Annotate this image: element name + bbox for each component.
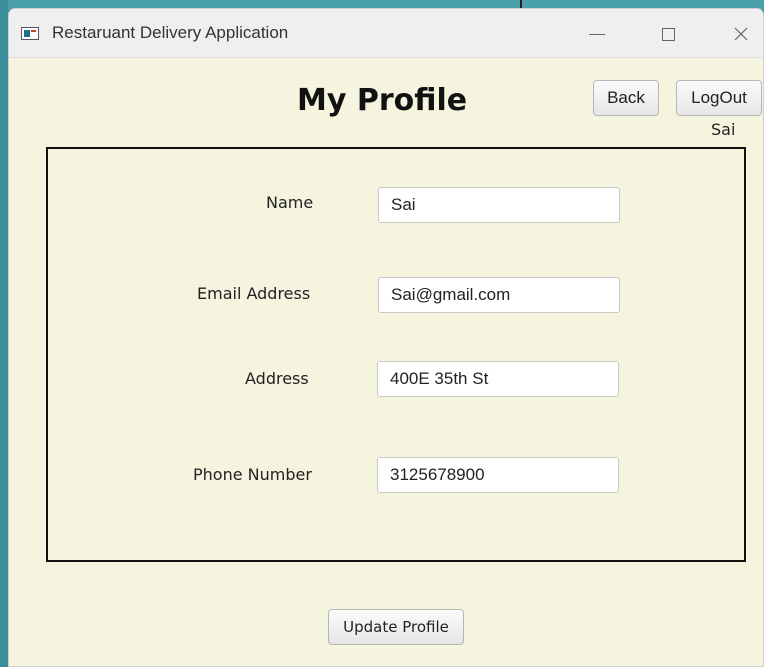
address-label: Address — [245, 369, 309, 388]
desktop-background-left — [0, 0, 8, 667]
maximize-button[interactable] — [648, 19, 688, 49]
current-user-label: Sai — [711, 120, 736, 139]
email-label: Email Address — [197, 284, 311, 303]
app-icon — [21, 27, 39, 40]
name-field[interactable] — [378, 187, 620, 223]
close-button[interactable] — [721, 19, 761, 49]
phone-field[interactable] — [377, 457, 619, 493]
update-profile-button[interactable]: Update Profile — [328, 609, 464, 645]
maximize-icon — [661, 27, 675, 41]
phone-label: Phone Number — [193, 465, 312, 484]
window-title: Restaruant Delivery Application — [52, 23, 289, 42]
back-button[interactable]: Back — [593, 80, 659, 116]
minimize-icon — [589, 33, 605, 35]
name-label: Name — [266, 193, 314, 212]
title-bar[interactable]: Restaruant Delivery Application — [9, 9, 763, 58]
page-title: My Profile — [297, 83, 468, 118]
logout-button[interactable]: LogOut — [676, 80, 762, 116]
minimize-button[interactable] — [577, 19, 617, 49]
email-field[interactable] — [378, 277, 620, 313]
address-field[interactable] — [377, 361, 619, 397]
app-window: Restaruant Delivery Application My Profi… — [8, 8, 764, 667]
close-icon — [734, 27, 748, 41]
